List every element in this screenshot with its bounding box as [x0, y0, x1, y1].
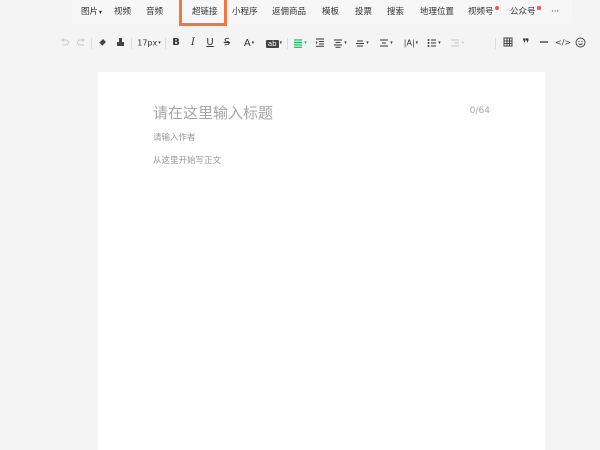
- insert-template-button[interactable]: 模板: [322, 0, 339, 24]
- font-size-value: 17px: [137, 38, 158, 48]
- chevron-down-icon: ▾: [461, 40, 464, 46]
- notification-dot: [537, 6, 541, 10]
- chevron-down-icon: ▾: [158, 40, 161, 46]
- underline-icon[interactable]: U: [204, 30, 216, 56]
- editor-page: 请在这里输入标题 0/64 请输入作者 从这里开始写正文: [98, 72, 545, 450]
- chevron-down-icon: ▾: [390, 40, 393, 46]
- notification-dot: [495, 6, 499, 10]
- insert-image-label: 图片: [81, 7, 99, 17]
- insert-location-button[interactable]: 地理位置: [420, 0, 454, 24]
- align-center-icon[interactable]: ▾: [331, 30, 349, 56]
- insert-audio-button[interactable]: 音频: [146, 0, 163, 24]
- body-editor[interactable]: 从这里开始写正文: [153, 154, 221, 166]
- insert-vote-button[interactable]: 投票: [355, 0, 372, 24]
- insert-search-button[interactable]: 搜索: [387, 0, 404, 24]
- author-input[interactable]: 请输入作者: [153, 131, 196, 143]
- divider: [165, 38, 166, 49]
- line-spacing-icon[interactable]: ▾: [353, 30, 371, 56]
- redo-icon[interactable]: [76, 30, 88, 56]
- chevron-down-icon: ▾: [344, 40, 347, 46]
- code-icon[interactable]: </>: [555, 30, 571, 56]
- insert-toolbar: 图片▾ 视频 音频 超链接 小程序 返佣商品 模板 投票 搜索 地理位置 视频号…: [72, 0, 572, 24]
- divider: [495, 38, 496, 49]
- title-input[interactable]: 请在这里输入标题: [153, 102, 273, 123]
- format-toolbar: 17px▾ B I U S A▾ ab ▾ ▾ ▾ ▾ ▾ |A|▾ ▾ ▾ ❞ …: [0, 30, 600, 56]
- divider: [131, 38, 132, 49]
- chevron-down-icon: ▾: [251, 40, 255, 46]
- italic-icon[interactable]: I: [187, 30, 199, 56]
- chevron-down-icon: ▾: [415, 40, 419, 46]
- insert-mini-program-button[interactable]: 小程序: [232, 0, 258, 24]
- strikethrough-icon[interactable]: S: [221, 30, 233, 56]
- paragraph-spacing-icon[interactable]: ▾: [377, 30, 395, 56]
- chevron-down-icon: ▾: [366, 40, 369, 46]
- insert-commission-goods-button[interactable]: 返佣商品: [272, 0, 306, 24]
- undo-icon[interactable]: [58, 30, 70, 56]
- chevron-down-icon: ▾: [279, 40, 283, 46]
- font-size-select[interactable]: 17px▾: [136, 30, 162, 56]
- chevron-down-icon: ▾: [438, 40, 441, 46]
- table-icon[interactable]: [501, 30, 515, 56]
- background-color-select[interactable]: ab ▾: [263, 30, 285, 56]
- more-button[interactable]: ···: [551, 0, 559, 24]
- letter-spacing-icon[interactable]: |A|▾: [401, 30, 421, 56]
- chevron-down-icon: ▾: [99, 9, 103, 16]
- divider: [287, 38, 288, 49]
- insert-channels-button[interactable]: 视频号: [468, 0, 494, 24]
- format-painter-icon[interactable]: [114, 30, 126, 56]
- clear-format-icon[interactable]: [96, 30, 108, 56]
- emoji-icon[interactable]: [573, 30, 587, 56]
- align-left-icon[interactable]: ▾: [291, 30, 309, 56]
- bold-icon[interactable]: B: [170, 30, 182, 56]
- insert-official-account-button[interactable]: 公众号: [510, 0, 536, 24]
- font-color-icon: A: [243, 38, 251, 49]
- list-icon[interactable]: ▾: [425, 30, 443, 56]
- insert-video-button[interactable]: 视频: [114, 0, 131, 24]
- horizontal-rule-icon[interactable]: [537, 30, 551, 56]
- hyperlink-highlight-box: [179, 0, 227, 26]
- font-color-select[interactable]: A▾: [239, 30, 259, 56]
- indent-icon[interactable]: [313, 30, 326, 56]
- background-color-icon: ab: [265, 40, 279, 48]
- title-char-counter: 0/64: [469, 106, 490, 116]
- insert-image-button[interactable]: 图片▾: [81, 0, 102, 24]
- quote-icon[interactable]: ❞: [519, 30, 533, 56]
- outdent-icon[interactable]: ▾: [448, 30, 466, 56]
- divider: [91, 38, 92, 49]
- chevron-down-icon: ▾: [304, 40, 307, 46]
